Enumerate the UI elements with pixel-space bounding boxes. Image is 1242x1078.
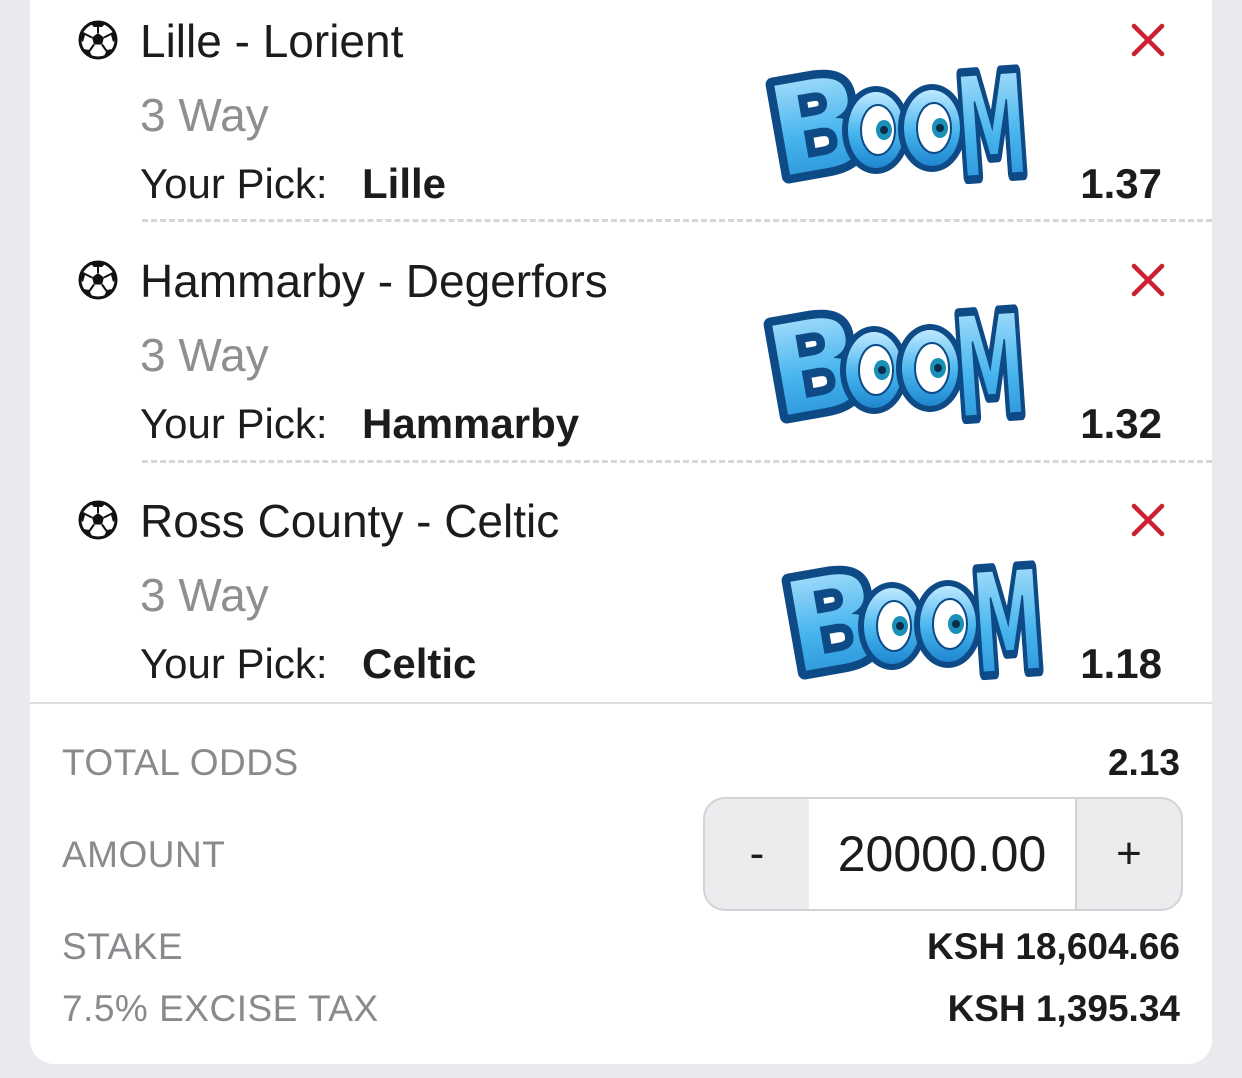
- pick-value: Lille: [362, 160, 447, 207]
- match-name: Hammarby - Degerfors: [140, 255, 608, 307]
- pick-label: Your Pick:: [140, 640, 328, 687]
- pick-label: Your Pick:: [140, 400, 328, 447]
- market-name: 3 Way: [140, 569, 269, 621]
- boom-sticker: [776, 516, 1046, 696]
- match-name: Ross County - Celtic: [140, 495, 560, 547]
- amount-input[interactable]: [809, 799, 1075, 909]
- amount-label: AMOUNT: [62, 834, 226, 875]
- stake-label: STAKE: [62, 926, 184, 967]
- soccer-ball-icon: [78, 500, 118, 540]
- selection-odds: 1.32: [1080, 400, 1162, 447]
- total-odds-label: TOTAL ODDS: [62, 742, 299, 783]
- amount-stepper: - +: [703, 797, 1183, 911]
- bet-item: Lille - Lorient 3 Way Your Pick: Lille 1…: [30, 0, 1212, 240]
- total-odds-value: 2.13: [1107, 742, 1180, 783]
- bet-item: Hammarby - Degerfors 3 Way Your Pick: Ha…: [30, 240, 1212, 480]
- soccer-ball-icon: [78, 20, 118, 60]
- market-name: 3 Way: [140, 89, 269, 141]
- summary-divider: [30, 702, 1212, 704]
- bet-divider: [142, 219, 1212, 222]
- close-icon[interactable]: [1126, 498, 1170, 542]
- excise-tax-label: 7.5% EXCISE TAX: [62, 988, 379, 1029]
- bet-divider: [142, 460, 1212, 463]
- selection-odds: 1.18: [1080, 640, 1162, 687]
- boom-sticker: [760, 20, 1030, 200]
- betslip-card: Lille - Lorient 3 Way Your Pick: Lille 1…: [30, 0, 1212, 1064]
- close-icon[interactable]: [1126, 18, 1170, 62]
- selection-odds: 1.37: [1080, 160, 1162, 207]
- pick-value: Celtic: [362, 640, 477, 687]
- stake-value: KSH 18,604.66: [926, 926, 1180, 967]
- pick-value: Hammarby: [362, 400, 580, 447]
- increase-amount-button[interactable]: +: [1075, 799, 1181, 909]
- excise-tax-value: KSH 1,395.34: [947, 988, 1180, 1029]
- pick-label: Your Pick:: [140, 160, 328, 207]
- match-name: Lille - Lorient: [140, 15, 404, 67]
- market-name: 3 Way: [140, 329, 269, 381]
- boom-sticker: [758, 260, 1028, 440]
- soccer-ball-icon: [78, 260, 118, 300]
- decrease-amount-button[interactable]: -: [705, 799, 811, 909]
- close-icon[interactable]: [1126, 258, 1170, 302]
- bet-item: Ross County - Celtic 3 Way Your Pick: Ce…: [30, 480, 1212, 720]
